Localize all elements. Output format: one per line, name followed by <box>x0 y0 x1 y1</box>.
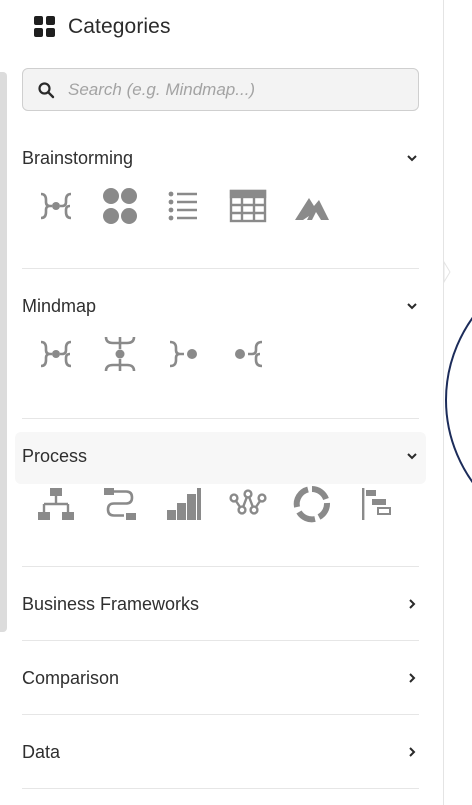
chevron-right-icon <box>409 673 416 683</box>
section-header-comparison[interactable]: Comparison <box>22 662 419 694</box>
scrollbar[interactable] <box>0 72 7 632</box>
mindmap-both-sides-icon[interactable] <box>36 334 76 374</box>
canvas-area[interactable] <box>444 0 472 805</box>
divider <box>22 788 419 789</box>
section-title: Mindmap <box>22 295 97 316</box>
bullet-list-icon[interactable] <box>164 186 204 226</box>
search-icon <box>38 81 55 98</box>
divider <box>22 268 419 269</box>
table-grid-icon[interactable] <box>228 186 268 226</box>
section-title: Process <box>22 445 88 466</box>
chevron-right-icon <box>409 599 416 609</box>
section-header-mindmap[interactable]: Mindmap <box>22 290 419 322</box>
search-input[interactable] <box>68 79 398 100</box>
stair-steps-icon[interactable] <box>164 484 204 524</box>
divider <box>22 714 419 715</box>
categories-panel: Categories Brainstorming <box>0 0 444 805</box>
section-title: Comparison <box>22 667 120 688</box>
section-title: Business Frameworks <box>22 593 200 614</box>
section-data: Data <box>22 736 419 768</box>
divider <box>22 566 419 567</box>
mindmap-left-icon[interactable] <box>228 334 268 374</box>
section-title: Data <box>22 741 61 762</box>
search-box[interactable] <box>22 68 419 111</box>
section-process: Process <box>22 440 419 524</box>
section-mindmap: Mindmap <box>22 290 419 374</box>
grid-icon <box>34 16 56 38</box>
section-comparison: Comparison <box>22 662 419 694</box>
org-chart-icon[interactable] <box>36 484 76 524</box>
section-header-business-frameworks[interactable]: Business Frameworks <box>22 588 419 620</box>
section-business-frameworks: Business Frameworks <box>22 588 419 620</box>
tree-vertical-icon[interactable] <box>100 334 140 374</box>
section-title: Brainstorming <box>22 147 134 168</box>
divider <box>22 418 419 419</box>
gantt-bars-icon[interactable] <box>356 484 396 524</box>
section-brainstorming: Brainstorming <box>22 142 419 226</box>
divider <box>22 640 419 641</box>
section-header-data[interactable]: Data <box>22 736 419 768</box>
cycle-ring-icon[interactable] <box>292 484 332 524</box>
mindmap-both-sides-icon[interactable] <box>36 186 76 226</box>
four-circles-icon[interactable] <box>100 186 140 226</box>
section-header-brainstorming[interactable]: Brainstorming <box>22 142 419 174</box>
chevron-down-icon <box>407 303 417 310</box>
panel-header: Categories <box>34 12 171 42</box>
chevron-down-icon <box>407 453 417 460</box>
mindmap-right-icon[interactable] <box>164 334 204 374</box>
path-nodes-icon[interactable] <box>228 484 268 524</box>
flow-zigzag-icon[interactable] <box>100 484 140 524</box>
panel-title: Categories <box>68 15 171 38</box>
peak-chart-icon[interactable] <box>292 186 332 226</box>
chevron-down-icon <box>407 155 417 162</box>
chevron-right-icon <box>409 747 416 757</box>
section-header-process[interactable]: Process <box>22 440 419 472</box>
canvas-shape-outline <box>444 261 472 483</box>
